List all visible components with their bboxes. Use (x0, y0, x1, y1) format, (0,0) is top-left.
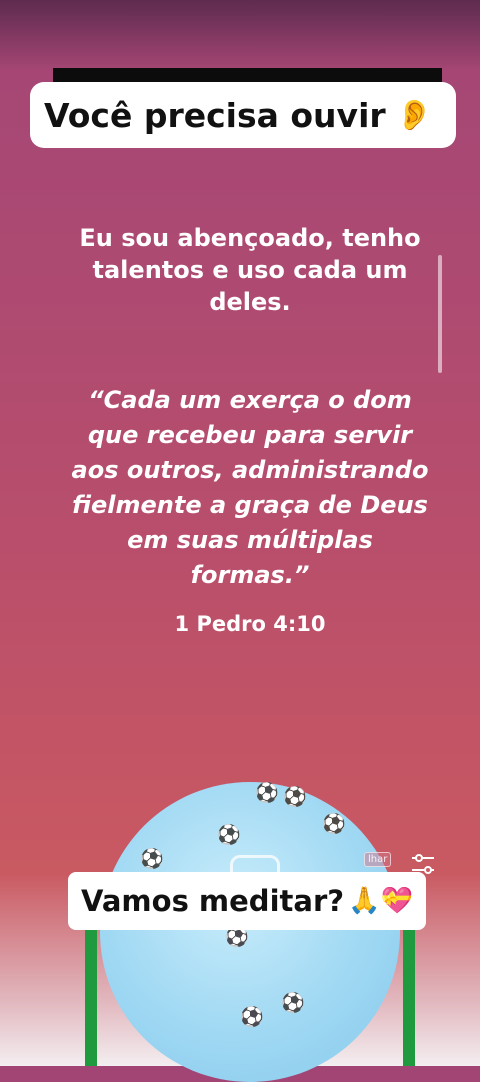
soccer-ball-icon: ⚽ (225, 926, 249, 948)
soccer-ball-icon: ⚽ (322, 813, 346, 835)
ear-icon: 👂 (395, 97, 434, 133)
soccer-ball-icon: ⚽ (217, 824, 241, 846)
left-pole (85, 930, 97, 1066)
scrollbar[interactable] (438, 255, 442, 373)
title-banner: Você precisa ouvir 👂 (30, 82, 456, 148)
affirmation-text: Eu sou abençoado, tenho talentos e uso c… (79, 224, 421, 316)
soccer-ball-icon: ⚽ (240, 1006, 264, 1028)
verse-text: “Cada um exerça o dom que recebeu para s… (71, 386, 429, 589)
partial-overlay-label[interactable]: lhar (364, 852, 392, 867)
footer-banner: Vamos meditar? 🙏💝 (68, 872, 426, 930)
soccer-ball-icon: ⚽ (140, 848, 164, 870)
soccer-ball-icon: ⚽ (255, 782, 279, 804)
right-pole (403, 930, 415, 1066)
snow-globe-sticker: ⚽ ⚽ ⚽ ⚽ ⚽ ⚽ ⚽ ⚽ (100, 782, 400, 1082)
soccer-ball-icon: ⚽ (283, 786, 307, 808)
title-text: Você precisa ouvir (44, 95, 386, 135)
praying-hands-heart-icon: 🙏💝 (348, 886, 413, 916)
footer-text: Vamos meditar? (81, 884, 345, 918)
black-bar (53, 68, 442, 82)
soccer-ball-icon: ⚽ (281, 992, 305, 1014)
verse-reference: 1 Pedro 4:10 (174, 612, 326, 636)
top-shadow (0, 0, 480, 70)
